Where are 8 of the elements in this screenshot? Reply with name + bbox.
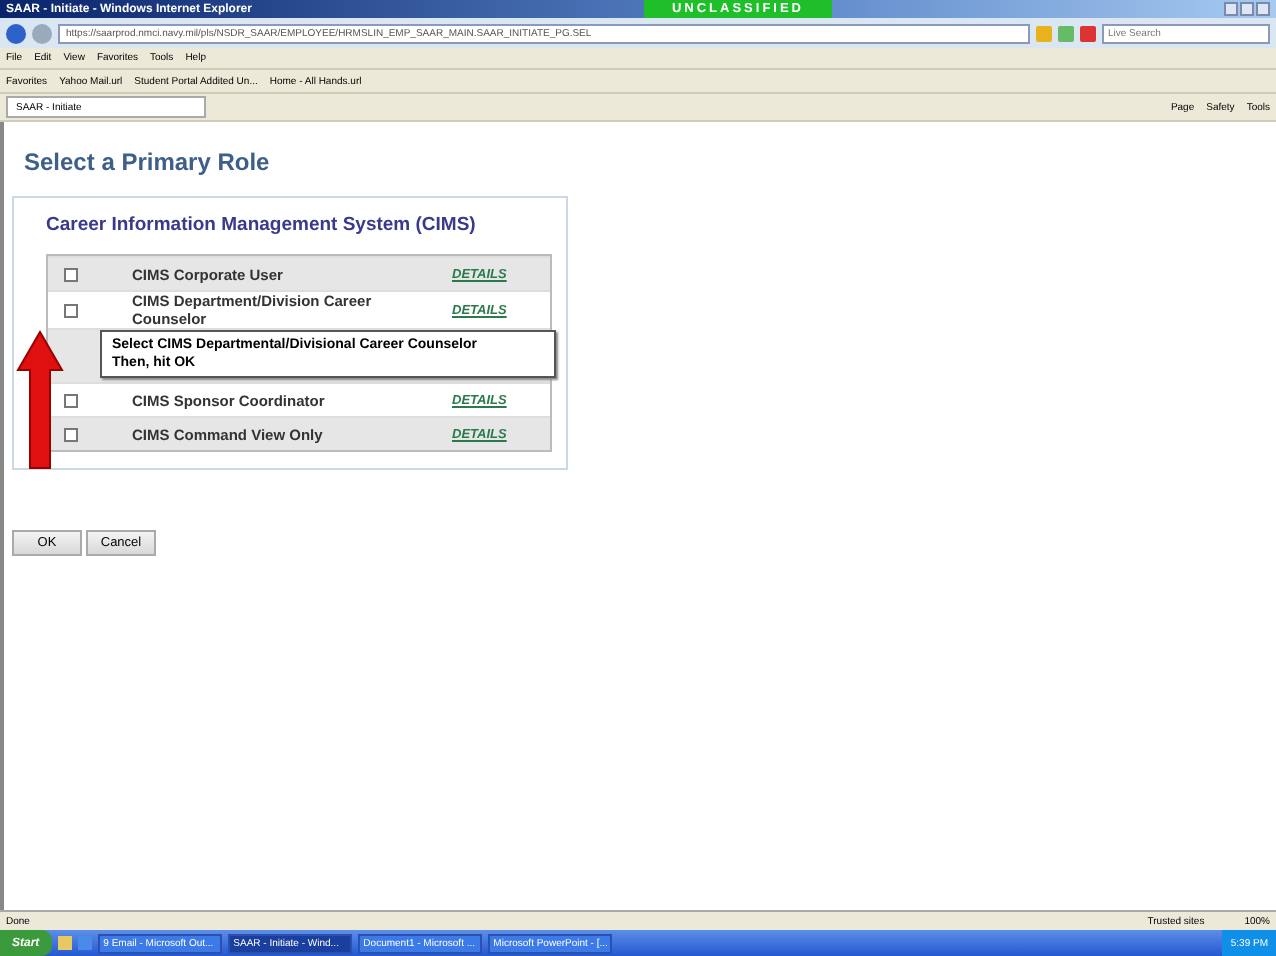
checkbox[interactable] xyxy=(64,303,78,317)
checkbox[interactable] xyxy=(64,427,78,441)
section-title: Career Information Management System (CIMS) xyxy=(46,214,478,236)
checkbox[interactable] xyxy=(64,393,78,407)
lock-icon xyxy=(1036,25,1052,41)
checkbox[interactable] xyxy=(64,267,78,281)
page-title: Select a Primary Role xyxy=(24,148,272,176)
up-arrow xyxy=(16,330,64,469)
